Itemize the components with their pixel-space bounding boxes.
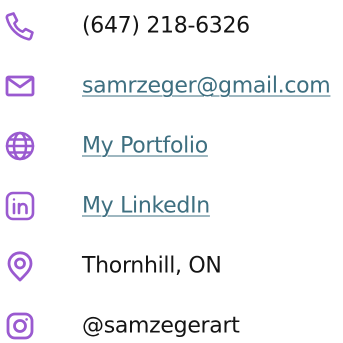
contact-row-linkedin: My LinkedIn (0, 186, 343, 226)
contact-list: (647) 218-6326 samrzeger@gmail.com My Po… (0, 0, 343, 343)
mail-icon (4, 70, 36, 102)
location-pin-icon (4, 250, 36, 282)
contact-row-location: Thornhill, ON (0, 246, 343, 286)
linkedin-icon (4, 190, 36, 222)
phone-number: (647) 218-6326 (82, 13, 250, 39)
email-link[interactable]: samrzeger@gmail.com (82, 74, 331, 99)
instagram-icon (4, 310, 36, 342)
location-text: Thornhill, ON (82, 253, 222, 279)
portfolio-link[interactable]: My Portfolio (82, 134, 208, 159)
globe-icon (4, 130, 36, 162)
contact-row-email: samrzeger@gmail.com (0, 66, 343, 106)
phone-icon (4, 10, 36, 42)
contact-row-portfolio: My Portfolio (0, 126, 343, 166)
contact-row-phone: (647) 218-6326 (0, 6, 343, 46)
instagram-handle: @samzegerart (82, 313, 240, 339)
contact-row-instagram: @samzegerart (0, 306, 343, 343)
linkedin-link[interactable]: My LinkedIn (82, 194, 210, 219)
